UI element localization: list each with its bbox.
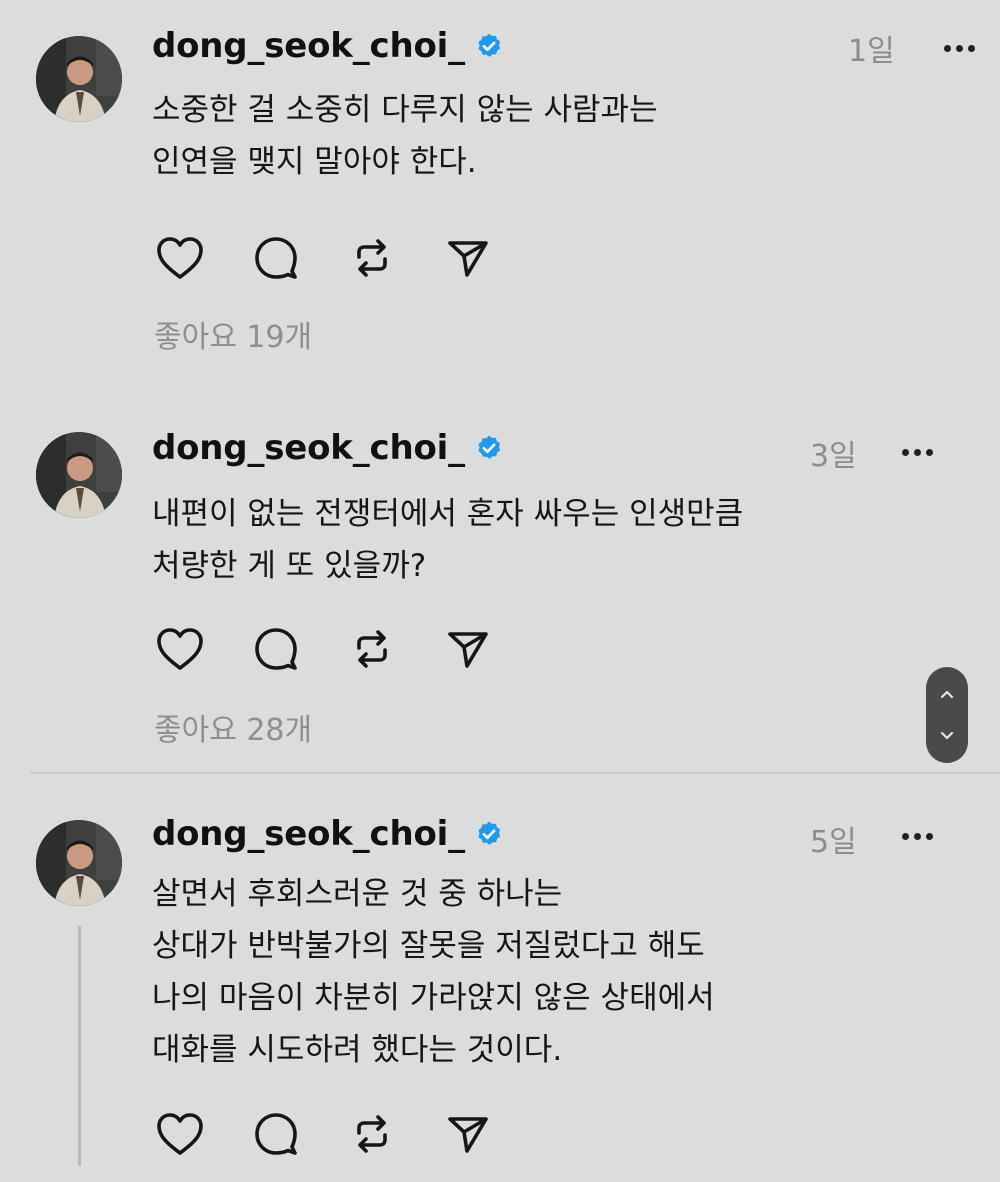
send-icon[interactable] [440, 230, 496, 286]
more-dots-icon[interactable] [895, 824, 939, 848]
avatar[interactable] [36, 820, 122, 906]
post-text: 소중한 걸 소중히 다루지 않는 사람과는 인연을 맺지 말아야 한다. [152, 92, 658, 180]
chevron-down-icon[interactable] [938, 726, 956, 744]
post-time: 1일 [848, 34, 895, 69]
post-actions [152, 230, 536, 286]
threads-feed: dong_seok_choi_ 1일 소중한 걸 소중히 다루지 않는 사람과는… [0, 0, 1000, 1182]
repost-icon[interactable] [344, 1106, 400, 1162]
send-icon[interactable] [440, 1106, 496, 1162]
username[interactable]: dong_seok_choi_ [152, 428, 465, 468]
more-dots-icon[interactable] [937, 36, 981, 60]
like-count[interactable]: 좋아요 28개 [154, 705, 312, 749]
heart-icon[interactable] [152, 1106, 208, 1162]
post-divider [30, 772, 1000, 774]
username[interactable]: dong_seok_choi_ [152, 814, 465, 854]
comment-bubble-icon[interactable] [248, 230, 304, 286]
username-row: dong_seok_choi_ [152, 814, 503, 854]
post-time: 3일 [810, 439, 857, 474]
send-icon[interactable] [440, 621, 496, 677]
comment-bubble-icon[interactable] [248, 1106, 304, 1162]
post-text: 내편이 없는 전쟁터에서 혼자 싸우는 인생만큼 처량한 게 또 있을까? [152, 496, 744, 584]
post-time: 5일 [810, 825, 857, 860]
username[interactable]: dong_seok_choi_ [152, 26, 465, 66]
username-row: dong_seok_choi_ [152, 428, 503, 468]
repost-icon[interactable] [344, 230, 400, 286]
verified-badge-icon [475, 32, 503, 60]
username-row: dong_seok_choi_ [152, 26, 503, 66]
like-count[interactable]: 좋아요 19개 [154, 312, 312, 356]
verified-badge-icon [475, 434, 503, 462]
scroll-navigation-control[interactable] [926, 667, 968, 763]
verified-badge-icon [475, 820, 503, 848]
heart-icon[interactable] [152, 230, 208, 286]
post-text: 살면서 후회스러운 것 중 하나는 상대가 반박불가의 잘못을 저질렀다고 해도… [152, 876, 715, 1068]
more-dots-icon[interactable] [895, 440, 939, 464]
thread-line [78, 926, 81, 1166]
repost-icon[interactable] [344, 621, 400, 677]
post-actions [152, 621, 536, 677]
post-actions [152, 1106, 536, 1162]
heart-icon[interactable] [152, 621, 208, 677]
avatar[interactable] [36, 36, 122, 122]
avatar[interactable] [36, 432, 122, 518]
chevron-up-icon[interactable] [938, 686, 956, 704]
comment-bubble-icon[interactable] [248, 621, 304, 677]
